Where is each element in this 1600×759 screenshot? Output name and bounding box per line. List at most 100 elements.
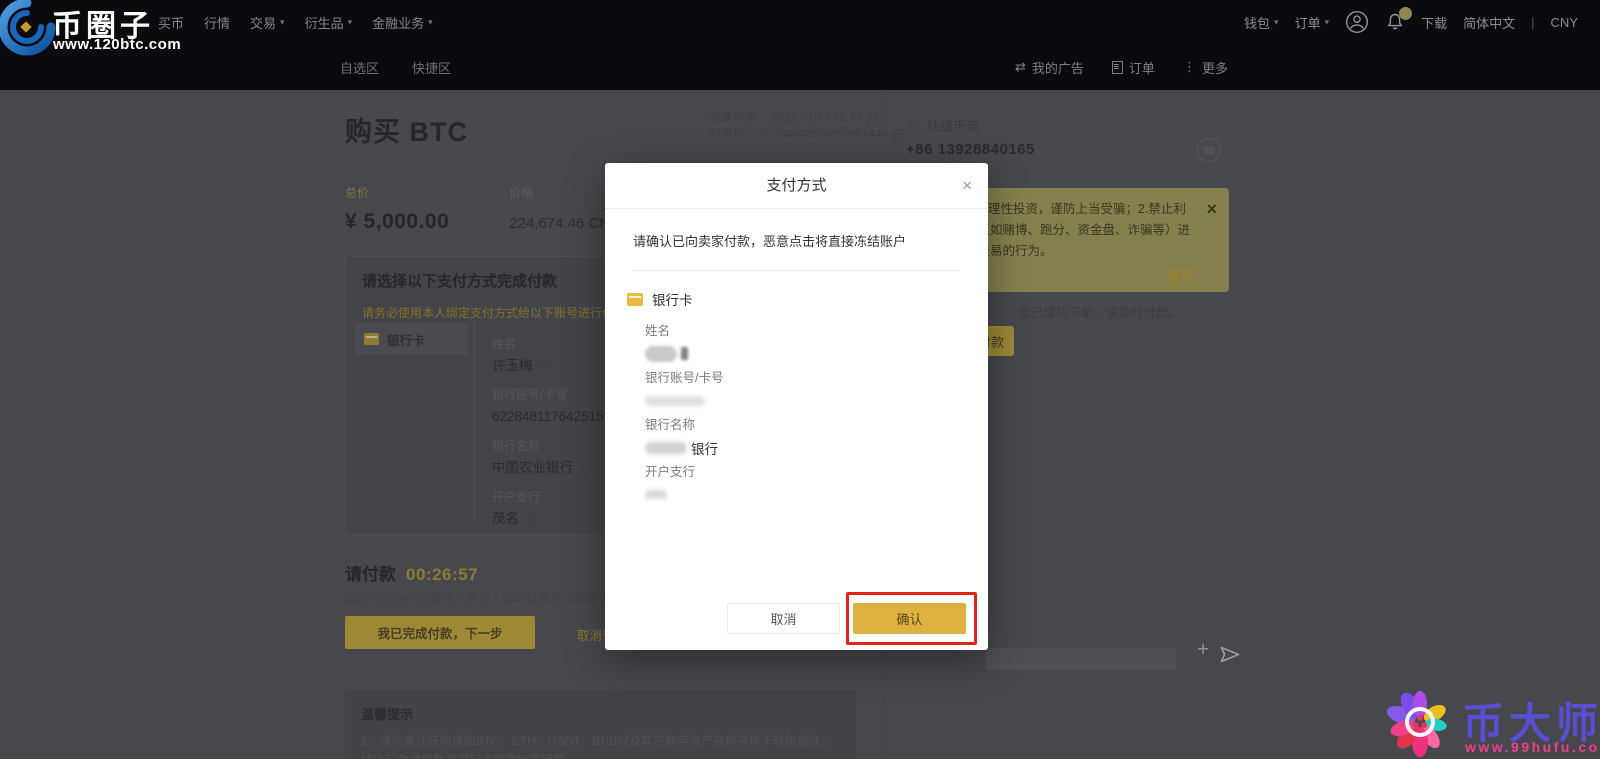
payee-name-value: 许玉梅 [492, 358, 533, 373]
pinwheel-icon [1386, 691, 1447, 757]
close-icon[interactable]: × [962, 163, 972, 208]
user-icon [1346, 10, 1369, 34]
divider: | [1531, 14, 1535, 30]
tab-quick-zone[interactable]: 快捷区 [412, 58, 451, 77]
tab-bank-card[interactable]: 银行卡 [355, 323, 468, 355]
total-label: 总价 [345, 186, 370, 200]
caret-down-icon: ▾ [1274, 16, 1279, 27]
unit-price: 价格 224,674.46 CNY [509, 184, 620, 234]
notifications-button[interactable] [1385, 7, 1413, 32]
order-meta: 创建时间： 2021-01-17 16:44:33 订单号： 201846426… [710, 110, 903, 144]
modal-header: 支付方式 × [605, 163, 988, 209]
redacted-name [681, 347, 688, 360]
modal-footer: 取消 确认 [727, 592, 977, 645]
brand-logo[interactable]: 币圈子 www.120btc.com [0, 0, 181, 58]
wallet-menu[interactable]: 钱包 ▾ [1244, 13, 1279, 32]
nav-item-buy[interactable]: 买币 [158, 13, 184, 32]
total-value: ¥ 5,000.00 [345, 210, 450, 233]
confirm-button[interactable]: 确认 [853, 603, 966, 634]
total-amount: 总价 ¥ 5,000.00 [345, 184, 449, 234]
nav-item-markets[interactable]: 行情 [204, 13, 230, 32]
modal-bank-field: 银行名称 银行 [645, 418, 718, 457]
countdown-timer: 00:26:57 [406, 565, 479, 584]
modal-warning-note: 请确认已向卖家付款，恶意点击将直接冻结账户 [633, 234, 907, 249]
nav-item-derivatives[interactable]: 衍生品 ▾ [305, 13, 353, 32]
modal-name-field: 姓名 [645, 325, 988, 362]
caret-down-icon: ▾ [347, 16, 353, 27]
tab-self-select-zone[interactable]: 自选区 [340, 58, 379, 77]
order-number-label: 订单号： [710, 129, 756, 141]
divider [633, 270, 960, 271]
nav-item-finance[interactable]: 金融业务 ▾ [372, 13, 433, 32]
created-time-value: 2021-01-17 16:44:33 [771, 112, 879, 124]
watermark-site: www.99hufu.com [1465, 739, 1600, 755]
payment-done-button[interactable]: 我已完成付款，下一步 [345, 616, 535, 649]
chat-system-message: 您已成功下单，请及时付款。 [1018, 306, 1181, 320]
orders-link[interactable]: 订单 [1111, 58, 1155, 77]
currency-selector[interactable]: CNY [1551, 15, 1578, 30]
bank-card-icon [364, 333, 379, 345]
price-label: 价格 [509, 186, 534, 200]
merchant-badge-icon: ◎ [906, 117, 920, 134]
bank-suffix: 银行 [691, 441, 718, 457]
redacted-branch [645, 490, 667, 499]
copy-icon[interactable] [526, 513, 537, 525]
bank-card-icon [627, 292, 643, 306]
cancel-button[interactable]: 取消 [727, 603, 840, 634]
merchant-row: ◎ 快捷币商 [906, 116, 979, 135]
watermark: 币大师 www.99hufu.com [1380, 682, 1600, 759]
my-ads-link[interactable]: ⇄ 我的广告 [1015, 58, 1084, 77]
page-title: 购买 BTC [345, 117, 468, 147]
subnav-actions: ⇄ 我的广告 订单 ⋮ 更多 [1015, 44, 1228, 90]
caret-down-icon: ▾ [428, 16, 433, 27]
caret-down-icon: ▾ [1324, 16, 1330, 27]
close-icon[interactable]: × [1206, 200, 1217, 218]
redacted-account [645, 395, 705, 406]
payment-countdown: 请付款 00:26:57 [345, 560, 478, 585]
more-menu[interactable]: ⋮ 更多 [1183, 58, 1228, 77]
logo-swirl-icon [0, 0, 56, 56]
tips-heading: 温馨提示 [361, 707, 414, 722]
modal-account-field: 银行账号/卡号 [645, 372, 988, 409]
top-header: 币圈子 www.120btc.com 买币 行情 交易 ▾ 衍生品 ▾ 金融业务 ▾ … [0, 0, 1600, 90]
header-right-nav: 钱包 ▾ 订单 ▾ 下载 简体中文 | CNY [1244, 0, 1578, 44]
merchant-phone: +86 13928840165 [906, 141, 1035, 158]
redacted-bank-name [645, 441, 687, 454]
modal-bank-details: 姓名 银行账号/卡号 银行名称 银行 开户支行 [645, 325, 988, 503]
created-time-label: 创建时间： [710, 112, 768, 124]
divider [474, 315, 475, 522]
notification-badge [1399, 7, 1413, 20]
document-icon [1111, 60, 1123, 74]
modal-method-bank-card: 银行卡 [627, 289, 988, 309]
countdown-label: 请付款 [345, 565, 396, 584]
send-icon[interactable] [1220, 646, 1240, 668]
redacted-name [645, 345, 677, 362]
download-link[interactable]: 下载 [1421, 13, 1447, 32]
nav-item-trade[interactable]: 交易 ▾ [250, 13, 285, 32]
order-amounts: 总价 ¥ 5,000.00 价格 224,674.46 CNY [345, 184, 620, 234]
page: 币圈子 www.120btc.com 买币 行情 交易 ▾ 衍生品 ▾ 金融业务 ▾ … [0, 0, 1600, 759]
language-selector[interactable]: 简体中文 [1463, 13, 1515, 32]
chat-input[interactable] [986, 648, 1176, 670]
caret-down-icon: ▾ [280, 16, 285, 27]
phone-call-icon[interactable]: ☎ [1197, 138, 1221, 162]
modal-branch-field: 开户支行 [645, 466, 988, 503]
order-number-value: 20184642659650961440 [760, 129, 888, 141]
branch-value: 茂名 [492, 511, 519, 526]
modal-title: 支付方式 [766, 177, 827, 194]
market-tabs: 自选区 快捷区 [340, 44, 451, 90]
expand-link[interactable]: 展开 [1168, 266, 1193, 285]
plus-icon[interactable]: + [1197, 639, 1209, 660]
bank-name-value: 中国农业银行 [492, 460, 573, 475]
more-dots-icon: ⋮ [1182, 59, 1196, 74]
avatar[interactable] [1345, 10, 1369, 34]
copy-icon[interactable] [539, 360, 551, 372]
countdown-note: 请在30分钟内付款给广告方，超时订单将自动取消 [345, 592, 611, 606]
merchant-label: 快捷币商 [927, 119, 980, 134]
tips-body: 1、请勿备注任何诸如BTC、ETH、USDT、BNB以及其它数字资产名称字样于转… [361, 734, 834, 759]
orders-menu[interactable]: 订单 ▾ [1295, 13, 1330, 32]
copy-icon[interactable] [580, 462, 591, 474]
transfer-icon: ⇄ [1015, 59, 1026, 74]
payment-method-modal: 支付方式 × 请确认已向卖家付款，恶意点击将直接冻结账户 银行卡 姓名 银行账号… [605, 163, 988, 650]
price-value: 224,674.46 CNY [509, 215, 621, 232]
